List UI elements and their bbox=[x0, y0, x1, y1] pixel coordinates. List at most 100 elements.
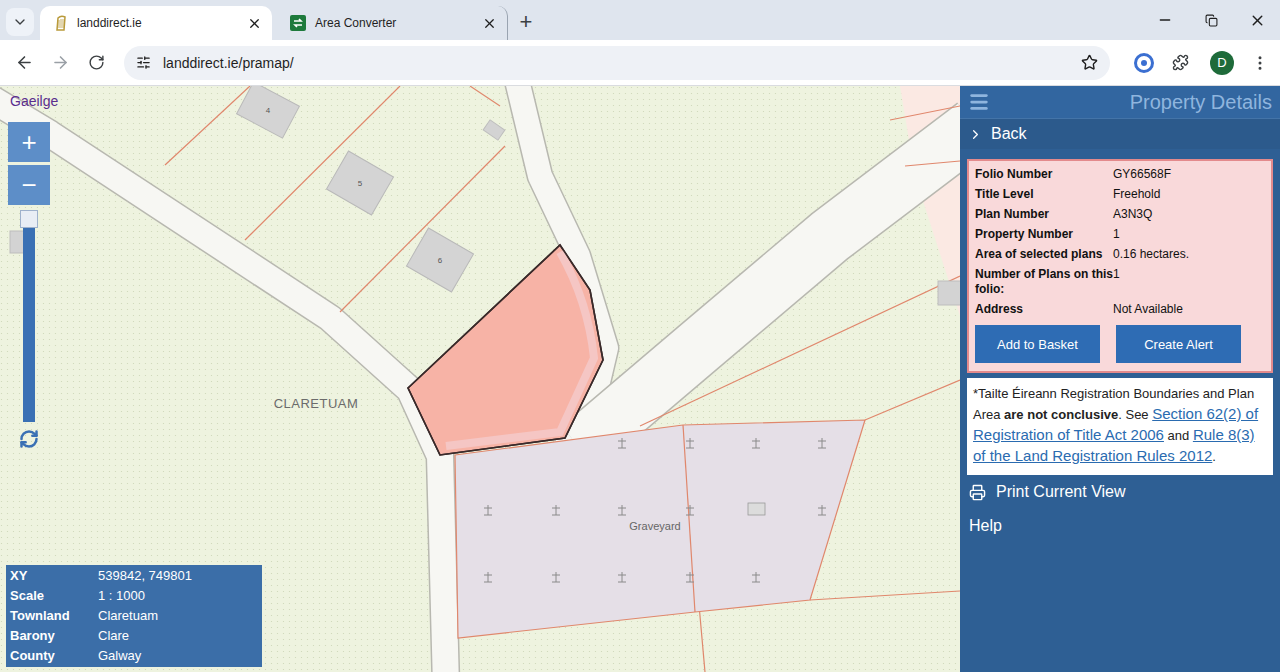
browser-window: landdirect.ie Area Converter + landdirect.i… bbox=[0, 0, 1280, 672]
detail-value: 0.16 hectares. bbox=[1113, 247, 1265, 262]
info-value: Galway bbox=[98, 647, 258, 665]
back-link[interactable]: Back bbox=[960, 118, 1280, 149]
property-card: Folio NumberGY66568FTitle LevelFreeholdP… bbox=[967, 159, 1273, 373]
detail-label: Area of selected plans bbox=[975, 247, 1113, 262]
details-grid: Folio NumberGY66568FTitle LevelFreeholdP… bbox=[975, 167, 1265, 317]
action-button[interactable]: Create Alert bbox=[1116, 325, 1241, 363]
forward-button[interactable] bbox=[44, 47, 76, 79]
arrow-left-icon bbox=[15, 53, 34, 72]
info-label: Townland bbox=[10, 607, 98, 625]
close-icon bbox=[1249, 12, 1266, 29]
restore-icon bbox=[1205, 14, 1218, 27]
menu-button[interactable] bbox=[1248, 47, 1272, 79]
plot-boundaries bbox=[165, 86, 960, 672]
detail-label: Address bbox=[975, 302, 1113, 317]
disclaimer-text: . bbox=[1212, 449, 1216, 464]
cross-icon bbox=[484, 505, 492, 515]
cross-icon bbox=[752, 572, 760, 582]
building bbox=[483, 120, 505, 140]
detail-label: Folio Number bbox=[975, 167, 1113, 182]
extension-icon[interactable] bbox=[1134, 53, 1154, 73]
cross-icon bbox=[552, 572, 560, 582]
zoom-slider[interactable] bbox=[23, 210, 35, 422]
card-actions: Add to Basket Create Alert bbox=[975, 325, 1265, 363]
kebab-icon bbox=[1251, 54, 1269, 72]
close-icon[interactable] bbox=[482, 16, 497, 31]
minimize-icon bbox=[1157, 12, 1173, 28]
cross-icon bbox=[618, 505, 626, 515]
location-info: XY539842, 749801Scale1 : 1000TownlandCla… bbox=[6, 565, 262, 667]
detail-value: Freehold bbox=[1113, 187, 1265, 202]
cross-icon bbox=[752, 438, 760, 448]
detail-label: Property Number bbox=[975, 227, 1113, 242]
chevron-down-icon bbox=[12, 14, 28, 30]
cross-icon bbox=[618, 572, 626, 582]
url-text: landdirect.ie/pramap/ bbox=[163, 55, 1069, 71]
language-link[interactable]: Gaeilge bbox=[10, 93, 58, 109]
disclaimer-text: and bbox=[1164, 428, 1193, 443]
action-button[interactable]: Add to Basket bbox=[975, 325, 1100, 363]
zoom-control: +− bbox=[8, 122, 50, 449]
detail-label: Number of Plans on this folio: bbox=[975, 267, 1113, 297]
close-button[interactable] bbox=[1234, 0, 1280, 40]
property-panel: Property DetailsBack Folio NumberGY66568F… bbox=[960, 86, 1280, 672]
detail-value: 1 bbox=[1113, 227, 1265, 242]
cross-icon bbox=[686, 572, 694, 582]
minimize-button[interactable] bbox=[1142, 0, 1188, 40]
site-info-icon[interactable] bbox=[136, 55, 151, 70]
house-number: 4 bbox=[266, 106, 271, 115]
info-value: 539842, 749801 bbox=[98, 567, 258, 585]
zoom-handle[interactable] bbox=[20, 210, 38, 228]
zoom-out-button[interactable]: − bbox=[8, 165, 50, 205]
building bbox=[938, 281, 960, 305]
cross-icon bbox=[484, 572, 492, 582]
browser-tab[interactable]: landdirect.ie bbox=[40, 6, 272, 40]
address-bar[interactable]: landdirect.ie/pramap/ bbox=[124, 46, 1110, 80]
cross-icon bbox=[818, 438, 826, 448]
browser-tab[interactable]: Area Converter bbox=[276, 6, 508, 40]
graveyard-label: Graveyard bbox=[629, 520, 680, 532]
tab-label: Area Converter bbox=[315, 16, 473, 30]
road bbox=[580, 126, 960, 448]
house: 4 bbox=[237, 86, 300, 138]
printer-icon bbox=[969, 484, 986, 501]
map[interactable]: 456GraveyardCLARETUAMGaeilge+−XY539842, … bbox=[0, 86, 960, 672]
star-icon[interactable] bbox=[1081, 54, 1098, 71]
info-label: XY bbox=[10, 567, 98, 585]
reset-view-button[interactable] bbox=[19, 429, 39, 449]
address-row: landdirect.ie/pramap/D bbox=[0, 40, 1280, 86]
hamburger-icon[interactable] bbox=[968, 91, 990, 113]
puzzle-icon bbox=[1172, 54, 1189, 71]
disclaimer: *Tailte Éireann Registration Boundaries … bbox=[967, 378, 1273, 475]
area-converter-favicon-icon bbox=[290, 15, 306, 31]
profile-button[interactable]: D bbox=[1210, 51, 1234, 75]
graveyard: Graveyard bbox=[455, 420, 865, 638]
detail-value: Not Available bbox=[1113, 302, 1265, 317]
detail-value: A3N3Q bbox=[1113, 207, 1265, 222]
tab-label: landdirect.ie bbox=[77, 16, 238, 30]
map-background bbox=[0, 86, 960, 672]
extensions-button[interactable] bbox=[1164, 47, 1196, 79]
detail-label: Plan Number bbox=[975, 207, 1113, 222]
back-button[interactable] bbox=[8, 47, 40, 79]
reload-button[interactable] bbox=[80, 47, 112, 79]
panel-header: Property Details bbox=[960, 86, 1280, 118]
info-value: 1 : 1000 bbox=[98, 587, 258, 605]
cross-icon bbox=[552, 505, 560, 515]
restore-button[interactable] bbox=[1188, 0, 1234, 40]
zoom-in-button[interactable]: + bbox=[8, 122, 50, 162]
detail-value: 1 bbox=[1113, 267, 1265, 297]
chevron-right-icon bbox=[968, 127, 983, 142]
house-number: 5 bbox=[358, 179, 363, 188]
house: 6 bbox=[406, 228, 473, 292]
disclaimer-bold: are not conclusive bbox=[1004, 407, 1118, 422]
close-icon[interactable] bbox=[247, 16, 262, 31]
panel-menu-item[interactable]: Help bbox=[960, 509, 1280, 543]
selected-parcel[interactable] bbox=[408, 245, 603, 455]
cross-icon bbox=[818, 505, 826, 515]
info-label: Barony bbox=[10, 627, 98, 645]
tab-list-button[interactable] bbox=[6, 8, 34, 36]
info-value: Clare bbox=[98, 627, 258, 645]
panel-menu-item[interactable]: Print Current View bbox=[960, 475, 1280, 509]
new-tab-button[interactable]: + bbox=[512, 8, 540, 36]
